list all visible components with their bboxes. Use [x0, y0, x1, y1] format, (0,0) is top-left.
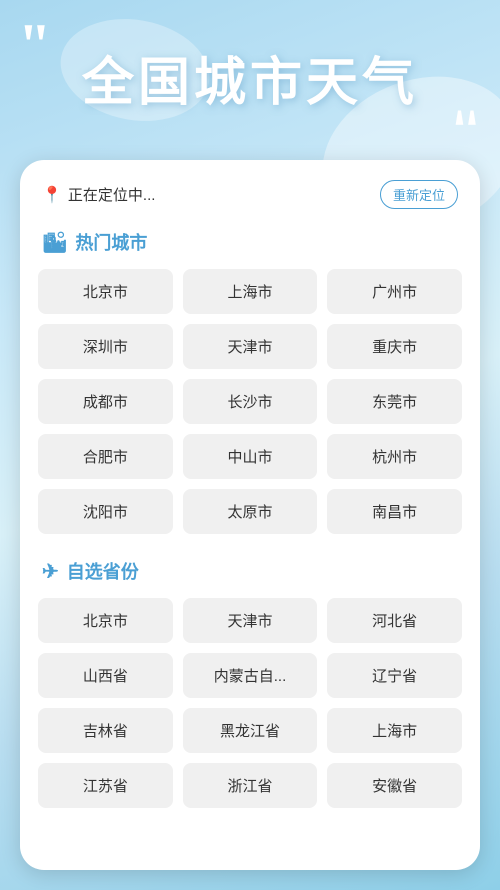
hot-cities-label: 热门城市 — [75, 229, 147, 255]
province-button[interactable]: 天津市 — [183, 598, 318, 643]
hot-cities-title: 🏙 热门城市 — [38, 229, 462, 255]
location-text: 正在定位中... — [68, 184, 156, 205]
province-button[interactable]: 浙江省 — [183, 763, 318, 808]
province-button[interactable]: 辽宁省 — [327, 653, 462, 698]
city-button[interactable]: 长沙市 — [183, 379, 318, 424]
province-button[interactable]: 内蒙古自... — [183, 653, 318, 698]
page-title: 全国城市天气 — [20, 30, 480, 125]
city-button[interactable]: 南昌市 — [327, 489, 462, 534]
city-button[interactable]: 东莞市 — [327, 379, 462, 424]
main-card: 📍 正在定位中... 重新定位 🏙 热门城市 北京市上海市广州市深圳市天津市重庆… — [20, 160, 480, 870]
location-status: 📍 正在定位中... — [42, 184, 155, 205]
location-bar: 📍 正在定位中... 重新定位 — [38, 180, 462, 209]
city-button[interactable]: 沈阳市 — [38, 489, 173, 534]
province-button[interactable]: 河北省 — [327, 598, 462, 643]
city-button[interactable]: 成都市 — [38, 379, 173, 424]
province-button[interactable]: 安徽省 — [327, 763, 462, 808]
city-button[interactable]: 天津市 — [183, 324, 318, 369]
city-button[interactable]: 北京市 — [38, 269, 173, 314]
relocate-button[interactable]: 重新定位 — [380, 180, 458, 209]
city-button[interactable]: 太原市 — [183, 489, 318, 534]
provinces-label: 自选省份 — [67, 558, 139, 584]
location-icon: 📍 — [42, 185, 62, 205]
provinces-title: ✈ 自选省份 — [38, 558, 462, 584]
city-button[interactable]: 上海市 — [183, 269, 318, 314]
province-button[interactable]: 江苏省 — [38, 763, 173, 808]
provinces-icon: ✈ — [42, 559, 59, 584]
province-button[interactable]: 黑龙江省 — [183, 708, 318, 753]
city-button[interactable]: 广州市 — [327, 269, 462, 314]
hot-cities-grid: 北京市上海市广州市深圳市天津市重庆市成都市长沙市东莞市合肥市中山市杭州市沈阳市太… — [38, 269, 462, 534]
province-button[interactable]: 山西省 — [38, 653, 173, 698]
city-button[interactable]: 深圳市 — [38, 324, 173, 369]
province-button[interactable]: 上海市 — [327, 708, 462, 753]
city-button[interactable]: 合肥市 — [38, 434, 173, 479]
hot-cities-icon: 🏙 — [42, 230, 67, 255]
province-button[interactable]: 北京市 — [38, 598, 173, 643]
header: " 全国城市天气 " — [0, 0, 500, 145]
city-button[interactable]: 杭州市 — [327, 434, 462, 479]
city-button[interactable]: 中山市 — [183, 434, 318, 479]
provinces-grid: 北京市天津市河北省山西省内蒙古自...辽宁省吉林省黑龙江省上海市江苏省浙江省安徽… — [38, 598, 462, 808]
province-button[interactable]: 吉林省 — [38, 708, 173, 753]
city-button[interactable]: 重庆市 — [327, 324, 462, 369]
